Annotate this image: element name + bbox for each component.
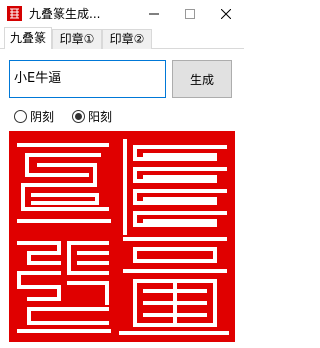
title-bar: 九叠篆生成...: [0, 0, 244, 27]
maximize-icon: [185, 8, 195, 19]
close-button[interactable]: [208, 0, 244, 27]
tab-jiudiezhuan[interactable]: 九叠篆: [4, 27, 52, 49]
seal-app-icon: [7, 6, 22, 21]
minimize-icon: [149, 13, 159, 14]
generate-button[interactable]: 生成: [172, 60, 232, 98]
radio-yangke-circle[interactable]: [72, 109, 85, 123]
window-title: 九叠篆生成...: [29, 7, 101, 21]
radio-yinke-circle[interactable]: [14, 109, 27, 123]
minimize-button[interactable]: [136, 0, 172, 27]
radio-yinke[interactable]: 阴刻: [14, 107, 54, 125]
maximize-button[interactable]: [172, 0, 208, 27]
tab-seal-1[interactable]: 印章①: [52, 29, 102, 49]
radio-yangke-label: 阳刻: [88, 109, 113, 124]
radio-yinke-label: 阴刻: [30, 109, 55, 124]
seal-image: [9, 131, 235, 342]
tab-seal-2[interactable]: 印章②: [102, 29, 152, 49]
radio-yangke[interactable]: 阳刻: [72, 107, 112, 125]
name-input[interactable]: 小E牛逼: [9, 60, 166, 98]
close-icon: [221, 8, 231, 19]
